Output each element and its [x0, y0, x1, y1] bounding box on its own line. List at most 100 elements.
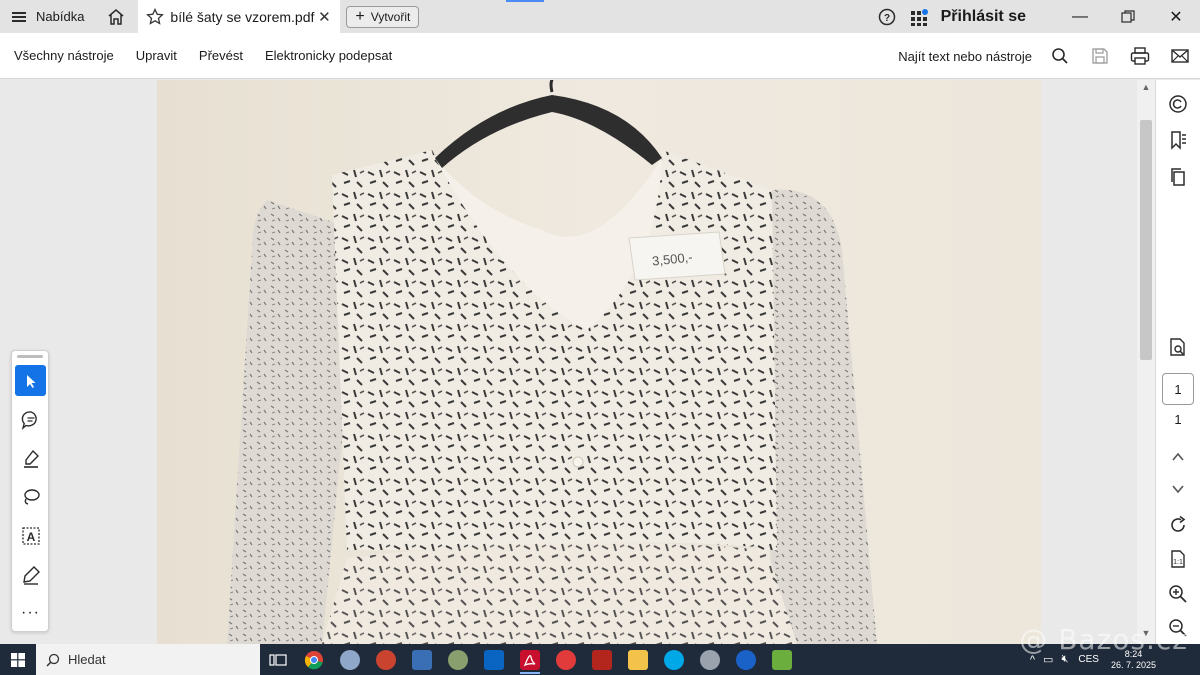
hamburger-icon — [12, 11, 28, 23]
highlighter-icon — [23, 449, 39, 468]
taskbar-green-app[interactable] — [764, 644, 800, 675]
taskbar-chrome[interactable] — [296, 644, 332, 675]
taskbar-paint[interactable] — [332, 644, 368, 675]
close-tab-icon[interactable]: ✕ — [316, 8, 332, 26]
photos-icon — [448, 649, 468, 670]
chrome-icon — [304, 650, 323, 669]
save-button[interactable] — [1080, 33, 1120, 79]
find-in-page-icon — [1170, 338, 1185, 356]
search-button[interactable] — [1040, 33, 1080, 79]
more-dots-icon: ··· — [21, 603, 40, 621]
green-star-icon — [772, 649, 792, 670]
close-window-button[interactable]: ✕ — [1152, 0, 1200, 33]
taskbar-outlook[interactable] — [476, 644, 512, 675]
menu-button[interactable]: Nabídka — [0, 0, 96, 33]
start-button[interactable] — [0, 644, 36, 675]
zoom-in-button[interactable] — [1164, 580, 1192, 608]
vertical-scrollbar[interactable]: ▲ ▼ — [1137, 80, 1155, 644]
taskbar-acrobat[interactable] — [512, 644, 548, 675]
windows-logo-icon — [11, 652, 25, 667]
right-panel: 1 1 1:1 — [1155, 80, 1200, 644]
folder-icon — [628, 649, 648, 670]
comment-mention-icon — [1169, 95, 1187, 113]
taskbar-explorer[interactable] — [620, 644, 656, 675]
lifebuoy-icon — [556, 649, 576, 670]
draw-button[interactable] — [15, 481, 46, 512]
scroll-thumb[interactable] — [1140, 120, 1152, 360]
watermark: @ Bazos.cz — [1019, 623, 1188, 656]
select-tool-button[interactable] — [15, 365, 46, 396]
search-placeholder: Hledat — [68, 652, 106, 667]
edit-menu[interactable]: Upravit — [136, 48, 177, 63]
main-toolbar: Všechny nástroje Upravit Převést Elektro… — [0, 33, 1200, 79]
printer-icon — [1130, 47, 1150, 65]
drag-handle[interactable] — [17, 355, 43, 358]
bookmarks-button[interactable] — [1164, 126, 1192, 154]
rotate-button[interactable] — [1164, 511, 1192, 539]
help-button[interactable]: ? — [871, 0, 903, 33]
minimize-button[interactable]: — — [1056, 0, 1104, 33]
help-icon: ? — [878, 8, 895, 25]
find-tools-label[interactable]: Najít text nebo nástroje — [898, 49, 1032, 64]
convert-menu[interactable]: Převést — [199, 48, 243, 63]
teamviewer-icon — [736, 649, 756, 670]
previous-page-button[interactable] — [1164, 443, 1192, 471]
outlook-icon — [484, 649, 504, 670]
taskbar-calculator[interactable] — [404, 644, 440, 675]
sign-in-link[interactable]: Přihlásit se — [941, 8, 1026, 26]
chevron-up-icon — [1172, 452, 1184, 461]
menu-label: Nabídka — [36, 9, 85, 24]
home-button[interactable] — [96, 0, 136, 33]
restore-icon — [1121, 9, 1135, 23]
next-page-button[interactable] — [1164, 475, 1192, 503]
page-search-button[interactable] — [1164, 333, 1192, 361]
comment-tool-button[interactable] — [1164, 90, 1192, 118]
tab-indicator — [506, 0, 544, 2]
restore-button[interactable] — [1104, 0, 1152, 33]
pdf-editor-icon — [592, 649, 612, 670]
email-button[interactable] — [1160, 33, 1200, 79]
taskbar-search[interactable]: Hledat — [36, 644, 260, 675]
add-comment-button[interactable] — [15, 404, 46, 435]
taskbar-pdf-tool[interactable] — [548, 644, 584, 675]
taskbar-globe[interactable] — [692, 644, 728, 675]
taskbar-app-red[interactable] — [368, 644, 404, 675]
fit-page-button[interactable]: 1:1 — [1164, 545, 1192, 573]
taskbar-photos[interactable] — [440, 644, 476, 675]
star-icon[interactable] — [146, 7, 165, 26]
calculator-icon — [412, 649, 432, 670]
print-button[interactable] — [1120, 33, 1160, 79]
scroll-up-arrow-icon[interactable]: ▲ — [1137, 82, 1155, 92]
apps-button[interactable] — [903, 0, 935, 33]
highlight-button[interactable] — [15, 443, 46, 474]
svg-text:1:1: 1:1 — [1173, 559, 1183, 566]
paint-icon — [340, 649, 360, 670]
plus-icon: + — [355, 7, 365, 25]
tab-title: bílé šaty se vzorem.pdf — [170, 8, 315, 25]
document-tab[interactable]: bílé šaty se vzorem.pdf ✕ — [138, 0, 341, 33]
search-icon — [46, 653, 60, 667]
sign-button[interactable] — [15, 559, 46, 590]
all-tools-menu[interactable]: Všechny nástroje — [14, 48, 114, 63]
chevron-down-icon — [1172, 485, 1184, 494]
taskbar-pdf-editor[interactable] — [584, 644, 620, 675]
svg-text:?: ? — [884, 13, 890, 24]
add-text-button[interactable]: A — [15, 520, 46, 551]
e-sign-menu[interactable]: Elektronicky podepsat — [265, 48, 392, 63]
rotate-icon — [1171, 515, 1186, 532]
lasso-icon — [23, 488, 40, 505]
clock-date: 26. 7. 2025 — [1110, 659, 1156, 670]
dress-photo: 3,500,- — [157, 80, 1041, 644]
taskbar-skype[interactable] — [656, 644, 692, 675]
task-view-button[interactable] — [260, 644, 296, 675]
minimize-icon: — — [1072, 7, 1088, 25]
globe-icon — [700, 649, 720, 670]
more-tools-button[interactable]: ··· — [15, 597, 46, 628]
task-view-icon — [269, 653, 287, 666]
mail-icon — [1171, 49, 1189, 63]
cursor-icon — [26, 374, 35, 388]
page-number-input[interactable]: 1 — [1162, 373, 1194, 405]
taskbar-teamviewer[interactable] — [728, 644, 764, 675]
create-button[interactable]: + Vytvořit — [346, 5, 420, 28]
pages-thumbnail-button[interactable] — [1164, 163, 1192, 191]
